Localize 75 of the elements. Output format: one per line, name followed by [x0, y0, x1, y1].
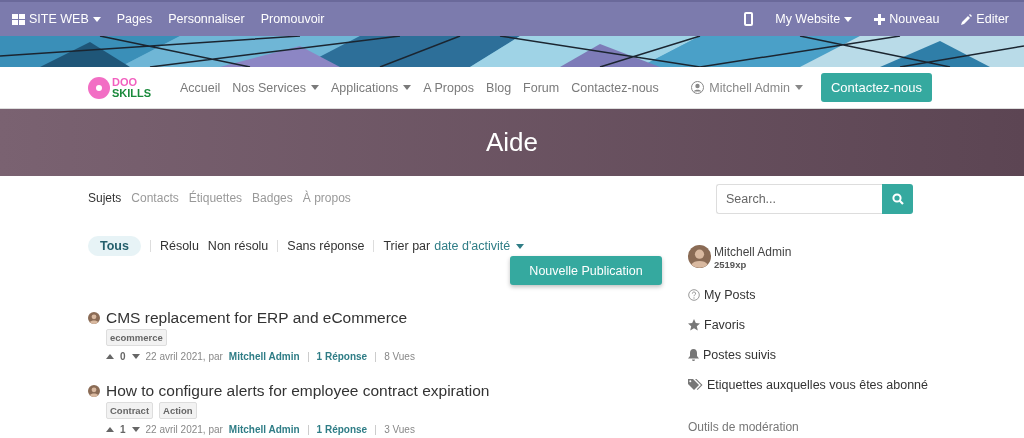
answers-link[interactable]: 1 Réponse	[316, 351, 368, 362]
user-xp: 2519xp	[714, 259, 748, 270]
caret-icon	[794, 85, 803, 90]
downvote-icon[interactable]	[131, 427, 140, 432]
page-title: Aide	[485, 127, 538, 158]
tag[interactable]: Contract	[106, 402, 154, 419]
pencil-icon	[961, 13, 973, 25]
tag[interactable]: ecommerce	[106, 329, 167, 346]
apps-icon	[12, 13, 25, 25]
nav-link[interactable]: Contactez-nous	[571, 80, 659, 95]
forum-tab[interactable]: Badges	[252, 191, 293, 205]
author-link[interactable]: Mitchell Admin	[228, 424, 300, 435]
question-icon	[688, 289, 700, 301]
nav-link[interactable]: Nos Services	[232, 80, 319, 95]
avatar-icon	[688, 245, 711, 268]
author-link[interactable]: Mitchell Admin	[228, 351, 300, 362]
sidebar-link[interactable]: Favoris	[704, 318, 745, 332]
new-post-button[interactable]: Nouvelle Publication	[510, 256, 662, 285]
caret-icon	[516, 243, 525, 249]
nav-link[interactable]: Applications	[330, 80, 412, 95]
toolbar-menu-item[interactable]: Pages	[108, 12, 161, 26]
view-count: 3 Vues	[384, 424, 415, 435]
user-name[interactable]: Mitchell Admin	[714, 245, 792, 259]
sort-dropdown[interactable]: date d'activité	[434, 239, 525, 253]
forum-tab[interactable]: Sujets	[88, 191, 122, 205]
filter-link[interactable]: Non résolu	[207, 236, 269, 256]
nav-link[interactable]: Forum	[523, 80, 560, 95]
forum-tab[interactable]: Étiquettes	[188, 191, 243, 205]
toolbar-menu-item[interactable]: Nouveau	[863, 12, 951, 26]
tag[interactable]: Action	[159, 402, 197, 419]
vote-count: 0	[120, 351, 126, 362]
plus-icon	[874, 13, 886, 25]
sidebar-link[interactable]: Etiquettes auxquelles vous êtes abonné	[707, 378, 928, 392]
toolbar-menu-item[interactable]: Editer	[950, 12, 1020, 26]
upvote-icon[interactable]	[106, 427, 114, 432]
post-title[interactable]: CMS replacement for ERP and eCommerce	[106, 309, 408, 327]
mobile-icon[interactable]	[744, 12, 754, 26]
contact-button[interactable]: Contactez-nous	[820, 73, 932, 102]
star-icon	[688, 319, 700, 331]
toolbar-menu-item[interactable]: My Website	[764, 12, 864, 26]
nav-link[interactable]: A Propos	[423, 80, 475, 95]
filter-link[interactable]: Résolu	[159, 236, 199, 256]
sidebar-link[interactable]: Postes suivis	[703, 348, 776, 362]
search-button[interactable]	[882, 184, 913, 214]
toolbar-menu-item[interactable]: Personnaliser	[160, 12, 253, 26]
answers-link[interactable]: 1 Réponse	[316, 424, 368, 435]
post-date: 22 avril 2021, par	[145, 351, 223, 362]
caret-icon	[92, 16, 101, 22]
sidebar-link[interactable]: My Posts	[704, 288, 756, 302]
sort-label: Trier par	[383, 239, 431, 253]
forum-tab[interactable]: Contacts	[131, 191, 179, 205]
forum-tab[interactable]: À propos	[302, 191, 351, 205]
user-menu[interactable]: Mitchell Admin	[709, 80, 790, 95]
upvote-icon[interactable]	[106, 354, 114, 359]
nav-link[interactable]: Accueil	[180, 80, 221, 95]
filter-link[interactable]: Sans réponse	[287, 236, 365, 256]
toolbar-menu-item[interactable]: SITE WEB	[4, 12, 109, 26]
search-icon	[891, 193, 904, 205]
filter-link[interactable]: Tous	[88, 236, 141, 256]
avatar-icon	[88, 385, 100, 397]
toolbar-menu-item[interactable]: Promouvoir	[252, 12, 333, 26]
tags-icon	[688, 379, 703, 391]
logo[interactable]: DOO SKILLS	[88, 76, 152, 99]
bell-icon	[688, 349, 699, 361]
post-date: 22 avril 2021, par	[145, 424, 223, 435]
post-title[interactable]: How to configure alerts for employee contract expiration	[106, 382, 490, 400]
view-count: 8 Vues	[384, 351, 415, 362]
downvote-icon[interactable]	[131, 354, 140, 359]
avatar-icon	[88, 312, 100, 324]
section-heading: Outils de modération	[688, 420, 800, 434]
vote-count: 1	[120, 424, 126, 435]
user-icon	[691, 81, 705, 94]
caret-icon	[844, 16, 853, 22]
search-field[interactable]: Search...	[716, 184, 882, 214]
nav-link[interactable]: Blog	[486, 80, 512, 95]
